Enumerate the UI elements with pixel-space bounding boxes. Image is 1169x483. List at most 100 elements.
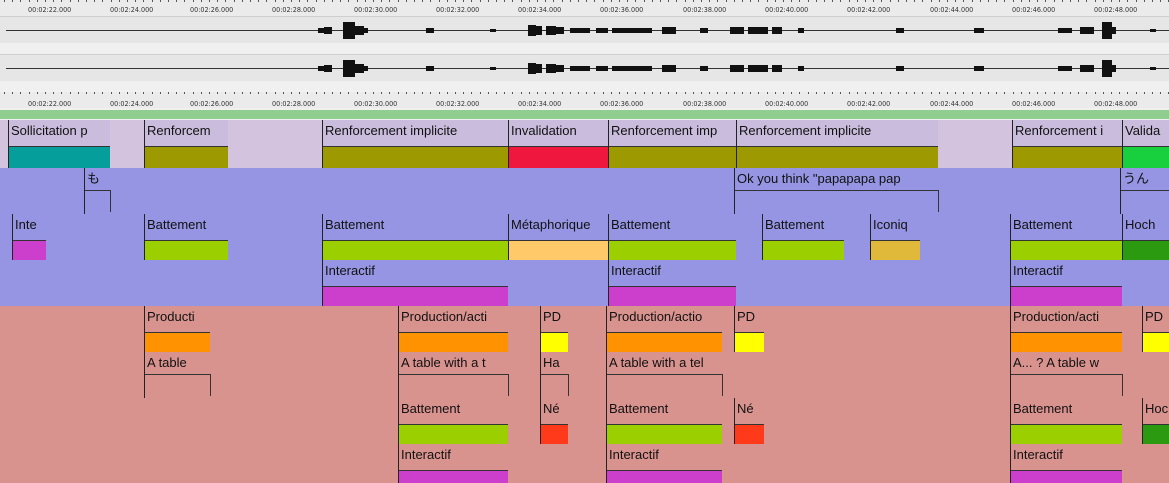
time-tick-label: 00:02:28.000 — [272, 6, 316, 14]
tier-gesture-learner[interactable]: Battement Né Battement Né Battement Hoc — [0, 398, 1169, 447]
annotation[interactable]: Hoc — [1142, 398, 1169, 447]
ruler-minor-tick — [258, 92, 259, 94]
ruler-minor-tick — [767, 92, 768, 94]
tier-transcription-learner[interactable]: A table A table with a t Ha A table with a … — [0, 352, 1169, 398]
tier-transcription-teacher[interactable]: も Ok you think "papapapa pap うん — [0, 168, 1169, 214]
annotation[interactable]: PD — [1142, 306, 1169, 355]
ruler-minor-tick — [1021, 0, 1022, 2]
annotation[interactable]: Renforcement i — [1012, 120, 1122, 169]
waveform-segment — [772, 27, 782, 34]
annotation-label: Né — [737, 401, 754, 416]
annotation[interactable]: Battement — [1010, 398, 1122, 447]
ruler-minor-tick — [562, 92, 563, 94]
annotation[interactable]: A table with a t — [398, 352, 509, 398]
ruler-minor-tick — [70, 0, 71, 2]
annotation[interactable]: Inte — [12, 214, 46, 263]
tier-gesture-teacher[interactable]: Inte Battement Battement Métaphorique Battem… — [0, 214, 1169, 263]
annotation[interactable]: Battement — [1010, 214, 1122, 263]
annotation[interactable]: Production/acti — [398, 306, 508, 355]
tier-function-teacher[interactable]: Interactif Interactif Interactif — [0, 260, 1169, 309]
ruler-minor-tick — [275, 0, 276, 2]
annotation[interactable]: うん — [1120, 168, 1169, 214]
tier-feedback[interactable]: Sollicitation p Renforcem Renforcement imp… — [0, 120, 1169, 169]
annotation[interactable]: Battement — [398, 398, 508, 447]
annotation-color-bar — [1011, 470, 1122, 483]
tier-function-learner[interactable]: Interactif Interactif Interactif — [0, 444, 1169, 483]
waveform-segment — [362, 66, 368, 71]
ruler-minor-tick — [1004, 0, 1005, 2]
annotation[interactable]: Iconiq — [870, 214, 920, 263]
annotation[interactable]: A table with a tel — [606, 352, 723, 398]
ruler-minor-tick — [201, 0, 202, 2]
ruler-minor-tick — [86, 0, 87, 2]
annotation[interactable]: Producti — [144, 306, 210, 355]
annotation[interactable]: Battement — [606, 398, 722, 447]
ruler-minor-tick — [832, 0, 833, 2]
annotation[interactable]: Battement — [144, 214, 228, 263]
annotation[interactable]: Interactif — [322, 260, 508, 309]
waveform-segment — [426, 28, 434, 33]
annotation[interactable]: Interactif — [1010, 260, 1122, 309]
ruler-minor-tick — [332, 0, 333, 2]
ruler-minor-tick — [545, 92, 546, 94]
annotation[interactable]: A... ? A table w — [1010, 352, 1123, 398]
ruler-minor-tick — [783, 0, 784, 2]
ruler-minor-tick — [430, 0, 431, 2]
ruler-minor-tick — [578, 92, 579, 94]
ruler-minor-tick — [176, 0, 177, 2]
annotation[interactable]: Né — [540, 398, 568, 447]
annotation[interactable]: Interactif — [398, 444, 508, 483]
annotation-label: Battement — [401, 401, 461, 416]
waveform-segment — [974, 28, 984, 33]
annotation-label: Hoch — [1125, 217, 1156, 232]
annotation[interactable]: Renforcement implicite — [736, 120, 938, 169]
annotation[interactable]: も — [84, 168, 111, 214]
tier-action-learner[interactable]: Producti Production/acti PD Production/acti… — [0, 306, 1169, 355]
annotation[interactable]: Interactif — [1010, 444, 1122, 483]
annotation[interactable]: Battement — [608, 214, 736, 263]
annotation-label: PD — [543, 309, 562, 324]
ruler-minor-tick — [906, 92, 907, 94]
ruler-minor-tick — [553, 92, 554, 94]
time-ruler-top[interactable]: 00:02:22.000 00:02:24.000 00:02:26.000 00:0… — [0, 0, 1169, 16]
ruler-minor-tick — [455, 92, 456, 94]
annotation[interactable]: PD — [734, 306, 764, 355]
annotation-label: Métaphorique — [511, 217, 591, 232]
annotation[interactable]: Ha — [540, 352, 569, 398]
ruler-minor-tick — [570, 0, 571, 2]
annotation[interactable]: Métaphorique — [508, 214, 608, 263]
annotation[interactable]: Renforcem — [144, 120, 228, 169]
ruler-minor-tick — [291, 0, 292, 2]
annotation[interactable]: Interactif — [606, 444, 722, 483]
selection-bar[interactable] — [0, 110, 1169, 119]
annotation[interactable]: Renforcement implicite — [322, 120, 508, 169]
annotation[interactable]: Battement — [322, 214, 508, 263]
ruler-minor-tick — [734, 0, 735, 2]
ruler-minor-tick — [660, 92, 661, 94]
annotation[interactable]: Valida — [1122, 120, 1169, 169]
annotation[interactable]: Né — [734, 398, 764, 447]
annotation[interactable]: Hoch — [1122, 214, 1169, 263]
ruler-minor-tick — [931, 0, 932, 2]
annotation[interactable]: PD — [540, 306, 568, 355]
annotation[interactable]: Invalidation — [508, 120, 608, 169]
waveform-channel-2[interactable] — [0, 54, 1169, 81]
annotation[interactable]: Ok you think "papapapa pap — [734, 168, 939, 214]
annotation[interactable]: Battement — [762, 214, 844, 263]
annotation[interactable]: Sollicitation p — [8, 120, 110, 169]
annotation[interactable]: A table — [144, 352, 211, 398]
annotation[interactable]: Renforcement imp — [608, 120, 736, 169]
annotation[interactable]: Production/actio — [606, 306, 722, 355]
ruler-minor-tick — [668, 0, 669, 2]
annotation[interactable]: Production/acti — [1010, 306, 1122, 355]
annotation-end-marker — [722, 374, 723, 396]
ruler-minor-tick — [890, 0, 891, 2]
annotation-label: Renforcement implicite — [739, 123, 872, 138]
waveform-channel-1[interactable] — [0, 16, 1169, 43]
annotation[interactable]: Interactif — [608, 260, 736, 309]
time-ruler-bottom[interactable]: 00:02:22.000 00:02:24.000 00:02:26.000 00:0… — [0, 92, 1169, 108]
ruler-minor-tick — [20, 92, 21, 94]
ruler-minor-tick — [1111, 92, 1112, 94]
ruler-minor-tick — [439, 92, 440, 94]
annotation-end-marker — [938, 190, 939, 212]
